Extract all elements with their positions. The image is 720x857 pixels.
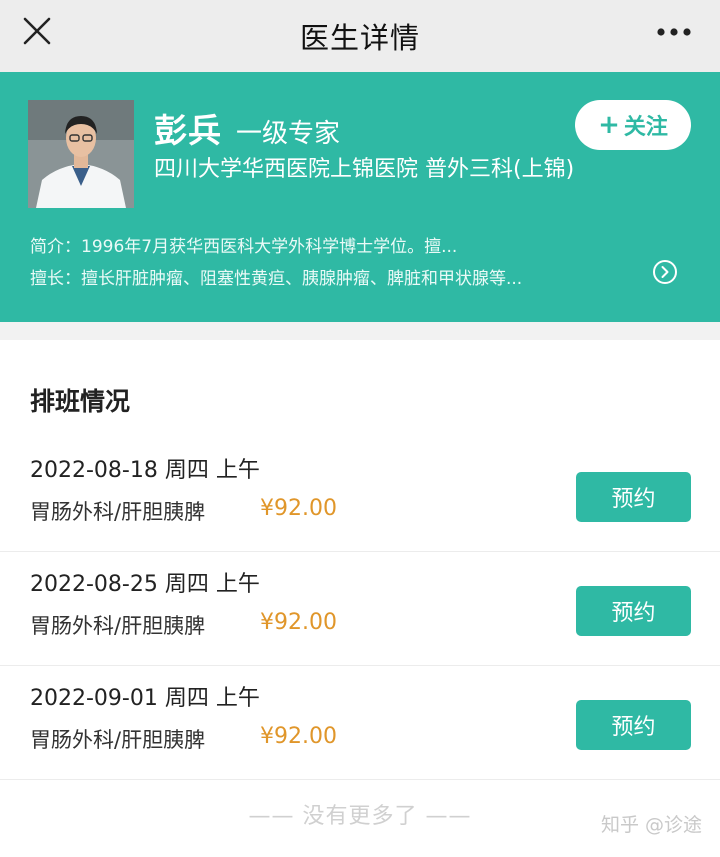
chevron-right-circle-icon[interactable] bbox=[652, 259, 678, 285]
schedule-row: 2022-08-18 周四 上午 胃肠外科/肝胆胰脾 ¥92.00 预约 bbox=[0, 438, 720, 552]
book-button[interactable]: 预约 bbox=[576, 586, 691, 636]
schedule-row: 2022-08-25 周四 上午 胃肠外科/肝胆胰脾 ¥92.00 预约 bbox=[0, 552, 720, 666]
schedule-price: ¥92.00 bbox=[260, 610, 337, 635]
schedule-title: 排班情况 bbox=[30, 387, 131, 416]
schedule-department: 胃肠外科/肝胆胰脾 bbox=[30, 500, 206, 524]
doctor-level: 一级专家 bbox=[236, 119, 341, 149]
watermark: 知乎 @诊途 bbox=[600, 814, 702, 836]
doctor-name: 彭兵 bbox=[154, 111, 222, 150]
doctor-expertise: 擅长：擅长肝脏肿瘤、阻塞性黄疸、胰腺肿瘤、脾脏和甲状腺等... bbox=[30, 269, 523, 289]
follow-button[interactable]: + 关注 bbox=[575, 100, 691, 150]
follow-label: 关注 bbox=[623, 115, 668, 140]
schedule-price: ¥92.00 bbox=[260, 496, 337, 521]
section-gap bbox=[0, 322, 720, 340]
schedule-department: 胃肠外科/肝胆胰脾 bbox=[30, 614, 206, 638]
schedule-date: 2022-08-25 周四 上午 bbox=[30, 572, 260, 597]
more-dots-icon[interactable] bbox=[656, 26, 692, 38]
schedule-price: ¥92.00 bbox=[260, 724, 337, 749]
schedule-row: 2022-09-01 周四 上午 胃肠外科/肝胆胰脾 ¥92.00 预约 bbox=[0, 666, 720, 780]
schedule-section: 排班情况 2022-08-18 周四 上午 胃肠外科/肝胆胰脾 ¥92.00 预… bbox=[0, 340, 720, 857]
book-button[interactable]: 预约 bbox=[576, 700, 691, 750]
page-title: 医生详情 bbox=[299, 21, 420, 55]
doctor-profile-card: 彭兵 一级专家 四川大学华西医院上锦医院 普外三科(上锦) + 关注 简介：19… bbox=[0, 72, 720, 322]
schedule-date: 2022-09-01 周四 上午 bbox=[30, 686, 260, 711]
plus-icon: + bbox=[598, 110, 620, 140]
book-button[interactable]: 预约 bbox=[576, 472, 691, 522]
doctor-intro: 简介：1996年7月获华西医科大学外科学博士学位。擅... bbox=[30, 237, 458, 257]
doctor-photo bbox=[28, 100, 134, 208]
doctor-hospital: 四川大学华西医院上锦医院 普外三科(上锦) bbox=[154, 157, 575, 182]
schedule-department: 胃肠外科/肝胆胰脾 bbox=[30, 728, 206, 752]
close-icon[interactable] bbox=[20, 14, 54, 48]
top-bar: 医生详情 bbox=[0, 0, 720, 72]
doctor-name-row: 彭兵 一级专家 bbox=[154, 104, 340, 152]
schedule-date: 2022-08-18 周四 上午 bbox=[30, 458, 260, 483]
